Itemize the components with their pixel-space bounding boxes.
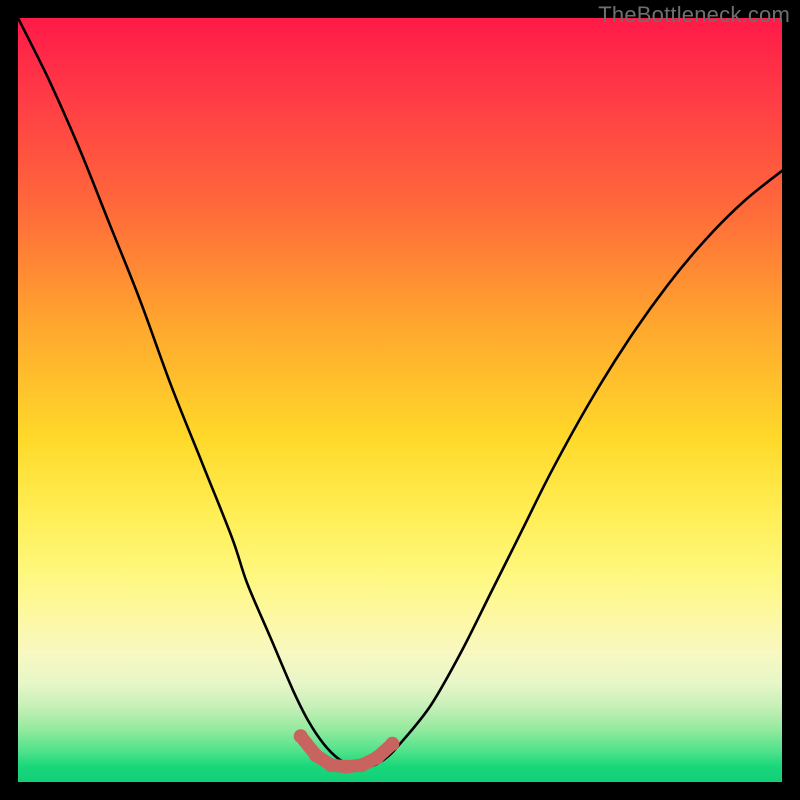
watermark-text: TheBottleneck.com [598, 2, 790, 28]
bottleneck-curve [18, 18, 782, 768]
curve-layer [18, 18, 782, 782]
chart-frame: TheBottleneck.com [0, 0, 800, 800]
trough-dot [355, 758, 369, 772]
trough-dot [309, 748, 323, 762]
trough-dots [294, 729, 400, 774]
trough-dot [294, 729, 308, 743]
trough-dot [370, 751, 384, 765]
trough-dot [324, 758, 338, 772]
plot-area [18, 18, 782, 782]
trough-dot [340, 760, 354, 774]
trough-dot [385, 737, 399, 751]
